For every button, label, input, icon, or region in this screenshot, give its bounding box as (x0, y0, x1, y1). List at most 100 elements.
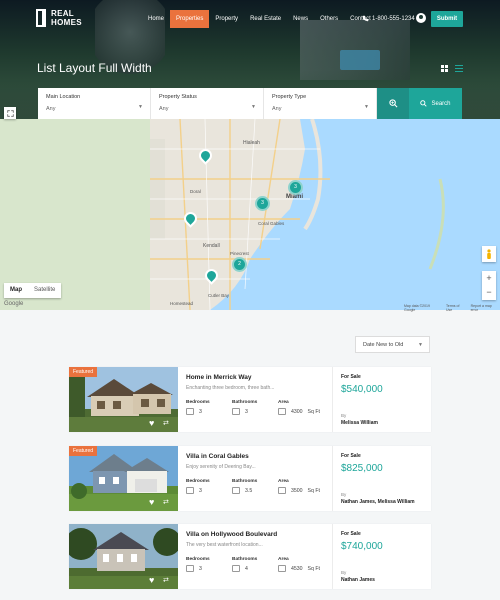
agent-name[interactable]: Melissa William (341, 420, 378, 426)
heart-icon[interactable]: ♥ (149, 575, 154, 585)
map-type-map[interactable]: Map (4, 283, 28, 298)
property-image[interactable]: Featured ♥ ⇄ (69, 446, 178, 511)
map-data-text: Map data ©2019 Google (404, 304, 430, 312)
nav-item-news[interactable]: News (287, 10, 314, 28)
logo-icon (36, 9, 46, 27)
heart-icon[interactable]: ♥ (149, 418, 154, 428)
heart-icon[interactable]: ♥ (149, 497, 154, 507)
fullscreen-icon[interactable] (4, 107, 16, 119)
property-card[interactable]: ♥ ⇄ Villa on Hollywood Boulevard The ver… (69, 524, 431, 589)
submit-button[interactable]: Submit (431, 11, 463, 27)
property-title[interactable]: Villa in Coral Gables (186, 453, 324, 460)
sort-select[interactable]: Date New to Old ▼ (355, 336, 430, 353)
agent-by-label: By (341, 492, 347, 497)
chevron-down-icon: ▼ (418, 342, 423, 348)
property-description: The very best waterfront location... (186, 542, 263, 548)
property-title[interactable]: Villa on Hollywood Boulevard (186, 531, 324, 538)
map-cluster[interactable]: 3 (255, 196, 270, 211)
agent-by-label: By (341, 570, 347, 575)
property-description: Enjoy serenity of Deering Bay... (186, 464, 256, 470)
area-unit: Sq Ft (307, 408, 320, 415)
property-card[interactable]: Featured ♥ ⇄ Home in Merrick Way Enchant… (69, 367, 431, 432)
property-image[interactable]: ♥ ⇄ (69, 524, 178, 589)
google-logo: Google (4, 301, 24, 307)
property-facts: Bedrooms 3 Bathrooms 3 Area 4300 Sq Ft (186, 400, 324, 415)
field-label: Main Location (46, 94, 81, 100)
bedrooms-value: 3 (199, 408, 202, 415)
main-nav: Home Properties Property Real Estate New… (142, 10, 377, 28)
main-location-select[interactable]: Main Location Any ▼ (38, 88, 151, 119)
user-icon[interactable] (416, 13, 426, 23)
zoom-controls: + − (482, 271, 496, 300)
bedrooms-label: Bedrooms (186, 557, 210, 562)
area-unit: Sq Ft (307, 565, 320, 572)
map-canvas (0, 119, 500, 310)
area-label: Area (278, 400, 289, 405)
nav-item-properties[interactable]: Properties (170, 10, 210, 28)
property-description: Enchanting three bedroom, three bath... (186, 385, 275, 391)
area-icon (278, 408, 286, 415)
map-type-satellite[interactable]: Satellite (28, 283, 61, 298)
chevron-down-icon: ▼ (251, 104, 256, 110)
advanced-search-button[interactable] (377, 88, 409, 119)
bedrooms-label: Bedrooms (186, 479, 210, 484)
report-error-link[interactable]: Report a map error (471, 304, 500, 312)
nav-item-property[interactable]: Property (209, 10, 244, 28)
property-map[interactable]: Hialeah Miami Kendall Coral Gables Pinec… (0, 119, 500, 310)
zoom-in-button[interactable]: + (482, 271, 496, 285)
bath-icon (232, 408, 240, 415)
bathrooms-label: Bathrooms (232, 557, 258, 562)
list-view-icon[interactable] (455, 65, 463, 72)
agent-name[interactable]: Nathan James, Melissa William (341, 499, 415, 505)
property-details: Villa on Hollywood Boulevard The very be… (178, 524, 333, 589)
map-cluster[interactable]: 3 (288, 180, 303, 195)
property-status: For Sale (341, 531, 361, 537)
bathrooms-label: Bathrooms (232, 400, 258, 405)
terms-link[interactable]: Terms of Use (446, 304, 467, 312)
logo-text: REAL HOMES (51, 9, 82, 27)
property-price: $540,000 (341, 384, 383, 395)
bedrooms-value: 3 (199, 565, 202, 572)
phone-icon (362, 15, 369, 22)
compare-icon[interactable]: ⇄ (163, 498, 169, 506)
map-label-hialeah: Hialeah (243, 140, 260, 146)
phone-number: 1-800-555-1234 (372, 15, 415, 22)
field-label: Property Status (159, 94, 197, 100)
field-value: Any (46, 106, 56, 112)
property-card[interactable]: Featured ♥ ⇄ Villa in Coral Gables Enjoy… (69, 446, 431, 511)
bathrooms-label: Bathrooms (232, 479, 258, 484)
compare-icon[interactable]: ⇄ (163, 576, 169, 584)
nav-item-others[interactable]: Others (314, 10, 344, 28)
featured-badge: Featured (69, 446, 98, 456)
property-facts: Bedrooms 3 Bathrooms 4 Area 4530 Sq Ft (186, 557, 324, 572)
map-label-homestead: Homestead (170, 301, 194, 306)
map-attribution: Map data ©2019 Google Terms of Use Repor… (404, 304, 500, 312)
search-button[interactable]: Search (409, 88, 462, 119)
bed-icon (186, 408, 194, 415)
bedrooms-label: Bedrooms (186, 400, 210, 405)
property-title[interactable]: Home in Merrick Way (186, 374, 324, 381)
area-label: Area (278, 557, 289, 562)
phone-contact[interactable]: 1-800-555-1234 (362, 15, 415, 22)
nav-item-home[interactable]: Home (142, 10, 170, 28)
property-status-select[interactable]: Property Status Any ▼ (151, 88, 264, 119)
map-cluster[interactable]: 2 (232, 257, 247, 272)
property-facts: Bedrooms 3 Bathrooms 3.5 Area 3500 Sq Ft (186, 479, 324, 494)
bathrooms-value: 3 (245, 408, 248, 415)
sort-value: Date New to Old (363, 342, 404, 348)
map-label-kendall: Kendall (203, 243, 220, 249)
pegman-icon[interactable] (482, 246, 496, 262)
map-type-toggle: Map Satellite (4, 283, 62, 298)
site-logo[interactable]: REAL HOMES (36, 9, 93, 27)
property-price-panel: For Sale $540,000 By Melissa William (333, 367, 431, 432)
bathrooms-value: 4 (245, 565, 248, 572)
compare-icon[interactable]: ⇄ (163, 419, 169, 427)
property-status: For Sale (341, 453, 361, 459)
zoom-out-button[interactable]: − (482, 285, 496, 299)
property-type-select[interactable]: Property Type Any ▼ (264, 88, 377, 119)
area-unit: Sq Ft (307, 487, 320, 494)
grid-view-icon[interactable] (441, 65, 448, 72)
agent-name[interactable]: Nathan James (341, 577, 375, 583)
nav-item-real-estate[interactable]: Real Estate (244, 10, 287, 28)
property-image[interactable]: Featured ♥ ⇄ (69, 367, 178, 432)
